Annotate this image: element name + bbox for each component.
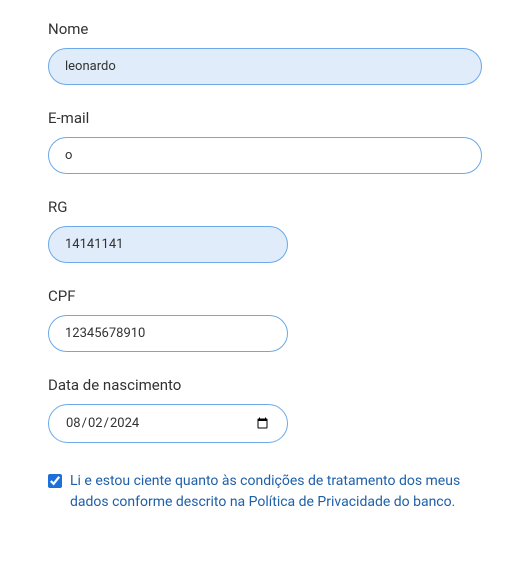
- dob-input[interactable]: [48, 404, 288, 443]
- rg-label: RG: [48, 198, 482, 216]
- nome-label: Nome: [48, 20, 482, 38]
- consent-text: Li e estou ciente quanto às condições de…: [70, 471, 482, 513]
- nome-input[interactable]: [48, 48, 482, 85]
- rg-input[interactable]: [48, 226, 288, 263]
- email-label: E-mail: [48, 109, 482, 127]
- consent-checkbox[interactable]: [48, 474, 62, 488]
- email-input[interactable]: [48, 137, 482, 174]
- dob-label: Data de nascimento: [48, 376, 482, 394]
- cpf-input[interactable]: [48, 315, 288, 352]
- cpf-label: CPF: [48, 287, 482, 305]
